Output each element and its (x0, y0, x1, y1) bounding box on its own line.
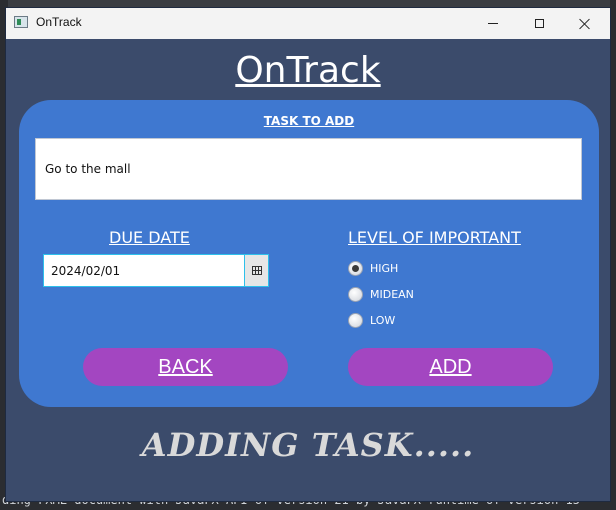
radio-low[interactable]: LOW (348, 307, 414, 333)
app-window: OnTrack OnTrack TASK TO ADD DUE DATE LEV… (5, 7, 611, 502)
radio-label-midean: MIDEAN (370, 287, 414, 301)
radio-button-low[interactable] (348, 312, 363, 328)
calendar-button[interactable] (245, 255, 268, 286)
app-icon (14, 16, 28, 28)
importance-radio-group: HIGH MIDEAN LOW (348, 255, 414, 333)
due-date-heading: DUE DATE (109, 228, 190, 247)
window-title: OnTrack (36, 15, 82, 29)
task-to-add-label: TASK TO ADD (263, 114, 355, 128)
importance-heading: LEVEL OF IMPORTANT (348, 228, 521, 247)
radio-label-high: HIGH (370, 261, 399, 275)
close-icon (579, 18, 591, 30)
back-button[interactable]: BACK (83, 348, 288, 386)
calendar-icon (251, 266, 262, 275)
title-bar[interactable]: OnTrack (6, 8, 610, 39)
minimize-button[interactable] (470, 8, 516, 39)
radio-button-midean[interactable] (348, 286, 363, 302)
close-button[interactable] (562, 8, 608, 39)
add-button[interactable]: ADD (348, 348, 553, 386)
app-title: OnTrack (235, 50, 381, 91)
radio-button-high[interactable] (348, 260, 363, 276)
minimize-icon (488, 23, 498, 24)
task-input[interactable] (35, 138, 582, 200)
radio-high[interactable]: HIGH (348, 255, 414, 281)
due-date-input[interactable] (44, 255, 245, 286)
radio-midean[interactable]: MIDEAN (348, 281, 414, 307)
radio-label-low: LOW (370, 313, 396, 327)
task-card: TASK TO ADD DUE DATE LEVEL OF IMPORTANT … (19, 100, 599, 407)
maximize-icon (534, 19, 544, 28)
due-date-picker[interactable] (43, 254, 269, 287)
maximize-button[interactable] (516, 8, 562, 39)
status-message: ADDING TASK..... (141, 426, 475, 464)
